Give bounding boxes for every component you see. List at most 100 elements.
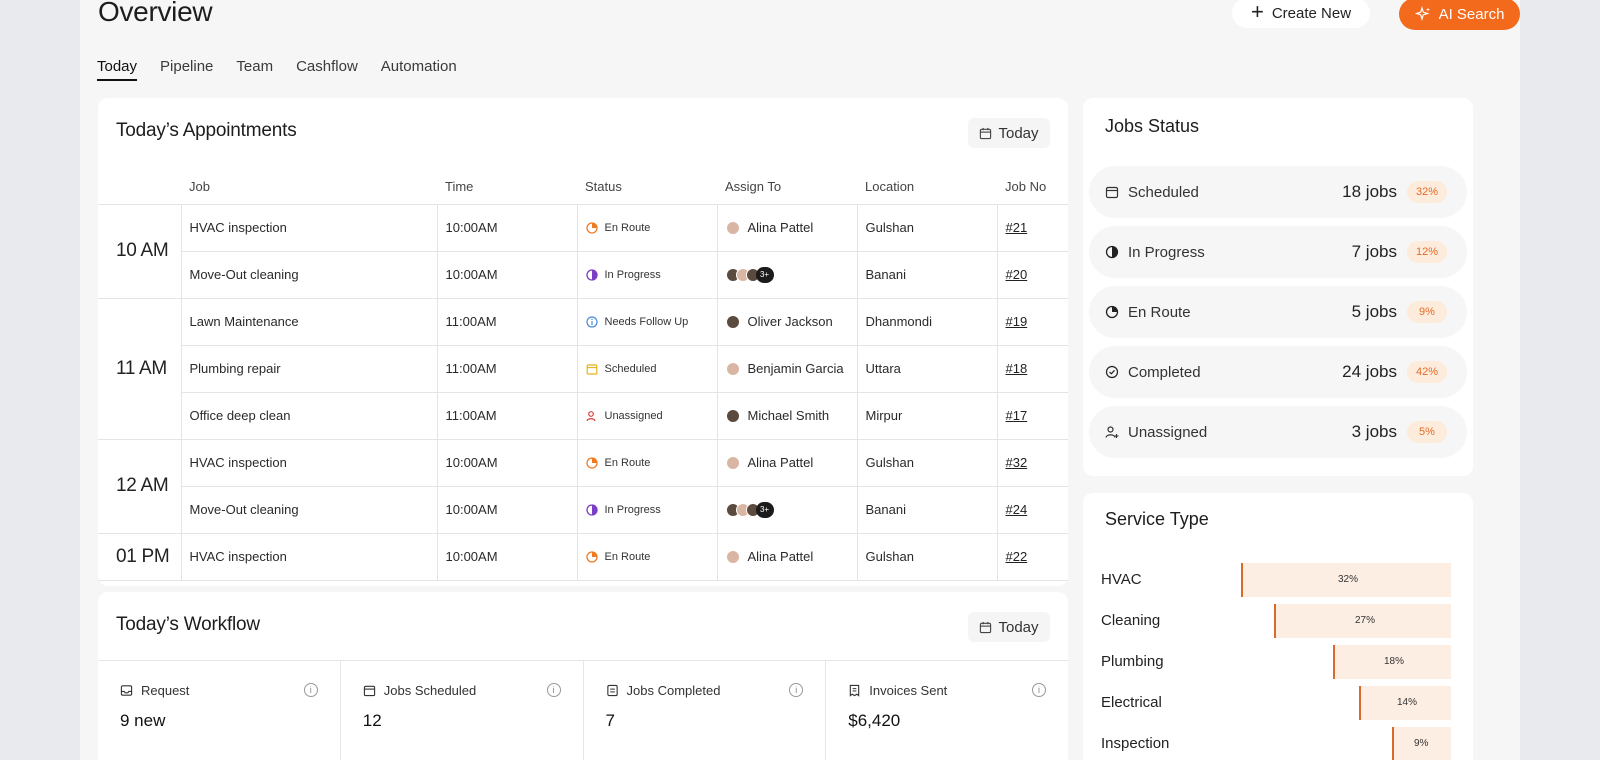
time-cell: 11:00AM <box>436 391 577 439</box>
status-cell: Unassigned <box>576 391 717 439</box>
job-no-link[interactable]: #17 <box>1006 408 1028 423</box>
table-row[interactable]: 12 AM HVAC inspection 10:00AM En Route A… <box>98 438 1068 533</box>
status-row-text: Unassigned <box>1128 423 1208 441</box>
service-type-percent: 18% <box>1384 656 1405 667</box>
create-new-label: Create New <box>1271 4 1352 22</box>
create-new-button[interactable]: + Create New <box>1232 0 1370 28</box>
job-no-cell: #32 <box>996 438 1068 486</box>
appointments-card: Today’s Appointments Today Job Time Stat… <box>98 98 1068 586</box>
workflow-card: Today’s Workflow Today Request i 9 new J… <box>98 592 1068 760</box>
status-row-percent-badge: 32% <box>1407 181 1447 203</box>
status-row-percent-badge: 12% <box>1407 241 1447 263</box>
assign-cell: Alina Pattel <box>716 438 857 486</box>
tab-cashflow[interactable]: Cashflow <box>296 56 358 81</box>
check-circle-icon <box>1105 365 1119 379</box>
service-type-label: Electrical <box>1101 694 1162 711</box>
table-row[interactable]: Move-Out cleaning 10:00AM In Progress 3+… <box>98 250 1068 298</box>
column-header-assign-to: Assign To <box>725 179 782 195</box>
status-row-percent-badge: 5% <box>1407 421 1447 443</box>
workflow-title: Today’s Workflow <box>116 614 260 635</box>
table-row[interactable]: Office deep clean 11:00AM Unassigned Mic… <box>98 391 1068 439</box>
service-type-row[interactable]: Plumbing 18% <box>1101 645 1451 679</box>
tab-automation[interactable]: Automation <box>381 56 457 81</box>
time-cell: 10:00AM <box>436 485 577 533</box>
service-type-label: Plumbing <box>1101 653 1164 670</box>
service-type-bar: 27% <box>1274 604 1451 638</box>
calendar-icon <box>363 685 375 697</box>
workflow-today-button[interactable]: Today <box>968 612 1050 642</box>
status-row-label: Scheduled <box>1105 184 1199 201</box>
jobs-status-row-completed[interactable]: Completed 24 jobs 42% <box>1089 346 1467 398</box>
table-row[interactable]: 01 PM HVAC inspection 10:00AM En Route A… <box>98 532 1068 581</box>
appointments-today-button[interactable]: Today <box>968 118 1050 148</box>
job-cell: Move-Out cleaning <box>180 485 437 533</box>
job-no-cell: #20 <box>996 250 1068 298</box>
job-no-link[interactable]: #22 <box>1006 549 1028 564</box>
tab-today[interactable]: Today <box>97 56 138 81</box>
jobs-status-row-in-progress[interactable]: In Progress 7 jobs 12% <box>1089 226 1467 278</box>
stat-label: Jobs Scheduled <box>363 683 477 698</box>
time-cell: 10:00AM <box>436 532 577 581</box>
status-cell: Scheduled <box>576 344 717 392</box>
job-no-link[interactable]: #20 <box>1006 267 1028 282</box>
more-assignees-badge[interactable]: 3+ <box>755 266 774 283</box>
stat-value: $6,420 <box>848 711 901 730</box>
jobs-status-row-en-route[interactable]: En Route 5 jobs 9% <box>1089 286 1467 338</box>
status-label: En Route <box>604 550 651 563</box>
status-row-label: Completed <box>1105 364 1201 381</box>
more-assignees-badge[interactable]: 3+ <box>755 501 774 518</box>
info-icon[interactable]: i <box>303 683 318 697</box>
table-row[interactable]: Move-Out cleaning 10:00AM In Progress 3+… <box>98 485 1068 533</box>
workflow-stat-jobs-scheduled[interactable]: Jobs Scheduled i 12 <box>341 661 584 760</box>
service-type-bar: 14% <box>1359 686 1451 720</box>
table-row[interactable]: 11 AM Lawn Maintenance 11:00AM Needs Fol… <box>98 297 1068 439</box>
job-no-link[interactable]: #24 <box>1006 502 1028 517</box>
workflow-stat-request[interactable]: Request i 9 new <box>98 661 341 760</box>
assign-cell: Alina Pattel <box>716 532 857 581</box>
ai-search-button[interactable]: AI Search <box>1399 0 1520 30</box>
sparkle-icon <box>1414 6 1430 22</box>
assignee-name: Alina Pattel <box>747 455 814 470</box>
job-no-link[interactable]: #18 <box>1006 361 1028 376</box>
job-no-link[interactable]: #19 <box>1006 314 1028 329</box>
user-icon <box>585 410 596 421</box>
service-type-row[interactable]: Electrical 14% <box>1101 686 1451 720</box>
app-window: Overview + Create New AI Search Today Pi… <box>80 0 1520 760</box>
jobs-status-title: Jobs Status <box>1105 116 1200 136</box>
en-route-icon <box>585 550 598 563</box>
jobs-status-row-scheduled[interactable]: Scheduled 18 jobs 32% <box>1089 166 1467 218</box>
info-icon[interactable]: i <box>1032 683 1046 697</box>
status-row-text: In Progress <box>1128 243 1205 261</box>
service-type-bar: 18% <box>1333 645 1451 679</box>
stat-label-text: Invoices Sent <box>869 683 948 698</box>
tab-bar: Today Pipeline Team Cashflow Automation <box>97 56 480 81</box>
time-slot-label: 01 PM <box>98 532 181 581</box>
table-header-row: Job Time Status Assign To Location Job N… <box>98 170 1068 204</box>
status-row-text: Completed <box>1128 363 1201 381</box>
half-circle-icon <box>1105 245 1119 259</box>
job-no-link[interactable]: #21 <box>1006 220 1028 235</box>
assign-cell: Oliver Jackson <box>716 297 857 345</box>
service-type-card: Service Type HVAC 32% Cleaning 27% Plumbing 1… <box>1083 493 1473 760</box>
assignee-name: Alina Pattel <box>747 549 814 564</box>
service-type-row[interactable]: Inspection 9% <box>1101 727 1451 760</box>
calendar-icon <box>586 363 597 375</box>
service-type-row[interactable]: Cleaning 27% <box>1101 604 1451 638</box>
table-row[interactable]: Plumbing repair 11:00AM Scheduled Benjam… <box>98 344 1068 392</box>
service-type-row[interactable]: HVAC 32% <box>1101 563 1451 597</box>
job-no-link[interactable]: #32 <box>1006 455 1028 470</box>
time-slot-label: 12 AM <box>98 438 181 533</box>
time-slot-label: 10 AM <box>98 203 181 298</box>
stat-label-text: Jobs Scheduled <box>383 683 477 698</box>
tab-team[interactable]: Team <box>236 56 273 81</box>
tab-pipeline[interactable]: Pipeline <box>160 56 213 81</box>
workflow-stat-jobs-completed[interactable]: Jobs Completed i 7 <box>584 661 827 760</box>
info-icon[interactable]: i <box>546 683 561 697</box>
service-type-percent: 14% <box>1397 697 1418 708</box>
job-cell: Lawn Maintenance <box>180 297 437 345</box>
jobs-status-row-unassigned[interactable]: Unassigned 3 jobs 5% <box>1089 406 1467 458</box>
info-icon[interactable]: i <box>789 683 804 697</box>
info-icon <box>585 315 598 328</box>
workflow-stat-invoices-sent[interactable]: Invoices Sent i $6,420 <box>826 661 1068 760</box>
table-row[interactable]: 10 AM HVAC inspection 10:00AM En Route A… <box>98 203 1068 298</box>
